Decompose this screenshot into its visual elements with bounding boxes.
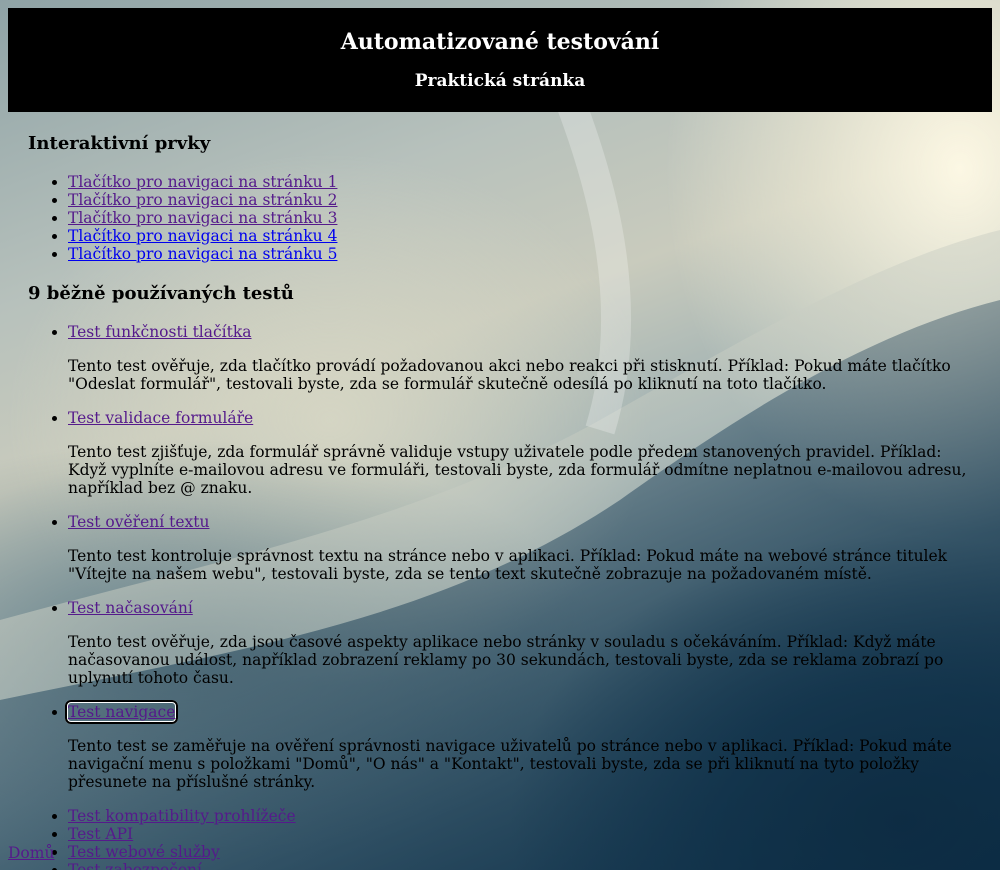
list-item: Test API	[68, 825, 978, 843]
interactive-heading: Interaktivní prvky	[28, 133, 211, 154]
test-link-text-verification[interactable]: Test ověření textu	[68, 513, 209, 531]
list-item: Test funkčnosti tlačítka Tento test ověř…	[68, 323, 978, 393]
test-description: Tento test ověřuje, zda jsou časové aspe…	[68, 633, 944, 687]
test-link-navigation[interactable]: Test navigace	[64, 700, 179, 724]
list-item: Tlačítko pro navigaci na stránku 3	[68, 209, 978, 227]
list-item: Tlačítko pro navigaci na stránku 4	[68, 227, 978, 245]
test-link-api[interactable]: Test API	[68, 825, 133, 843]
nav-link-page-2[interactable]: Tlačítko pro navigaci na stránku 2	[68, 191, 337, 209]
nav-link-page-3[interactable]: Tlačítko pro navigaci na stránku 3	[68, 209, 337, 227]
home-link[interactable]: Domů	[8, 844, 54, 862]
interactive-links-list: Tlačítko pro navigaci na stránku 1 Tlačí…	[68, 173, 978, 263]
list-item: Test ověření textu Tento test kontroluje…	[68, 513, 978, 583]
test-link-browser-compatibility[interactable]: Test kompatibility prohlížeče	[68, 807, 296, 825]
list-item: Tlačítko pro navigaci na stránku 5	[68, 245, 978, 263]
test-link-security[interactable]: Test zabezpečení	[68, 861, 202, 870]
list-item: Test načasování Tento test ověřuje, zda …	[68, 599, 978, 687]
list-item: Test webové služby	[68, 843, 978, 861]
page-subtitle: Praktická stránka	[414, 71, 586, 91]
list-item: Test zabezpečení	[68, 861, 978, 870]
test-link-form-validation[interactable]: Test validace formuláře	[68, 409, 253, 427]
test-link-button-functionality[interactable]: Test funkčnosti tlačítka	[68, 323, 252, 341]
nav-link-page-5[interactable]: Tlačítko pro navigaci na stránku 5	[68, 245, 337, 263]
nav-link-page-4[interactable]: Tlačítko pro navigaci na stránku 4	[68, 227, 337, 245]
test-link-timing[interactable]: Test načasování	[68, 599, 193, 617]
test-description: Tento test kontroluje správnost textu na…	[68, 547, 948, 583]
test-link-web-service[interactable]: Test webové služby	[68, 843, 220, 861]
list-item: Test kompatibility prohlížeče	[68, 807, 978, 825]
list-item: Test validace formuláře Tento test zjišť…	[68, 409, 978, 497]
list-item: Test navigace Tento test se zaměřuje na …	[64, 700, 978, 791]
page-title: Automatizované testování	[340, 29, 660, 55]
tests-heading: 9 běžně používaných testů	[28, 283, 294, 304]
list-item: Tlačítko pro navigaci na stránku 1	[68, 173, 978, 191]
page-header: Automatizované testování Praktická strán…	[8, 8, 992, 112]
test-description: Tento test se zaměřuje na ověření správn…	[68, 737, 952, 791]
test-description: Tento test zjišťuje, zda formulář správn…	[68, 443, 967, 497]
tests-list: Test funkčnosti tlačítka Tento test ověř…	[64, 323, 978, 870]
test-description: Tento test ověřuje, zda tlačítko provádí…	[68, 357, 951, 393]
nav-link-page-1[interactable]: Tlačítko pro navigaci na stránku 1	[68, 173, 337, 191]
list-item: Tlačítko pro navigaci na stránku 2	[68, 191, 978, 209]
